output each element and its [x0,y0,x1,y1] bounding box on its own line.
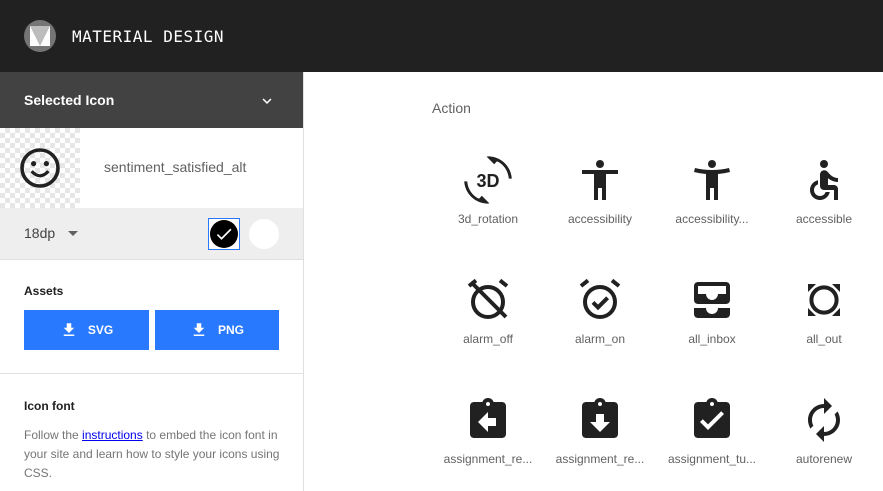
preview-checkerboard [0,128,80,208]
all-out-icon [808,284,840,316]
selected-icon-title: Selected Icon [24,92,115,108]
selected-icon-header[interactable]: Selected Icon [0,72,303,128]
icon-tile-label: alarm_off [463,332,513,346]
icon-tile-label: autorenew [795,452,853,466]
download-svg-button[interactable]: SVG [24,310,149,350]
size-color-row: 18dp [0,208,303,260]
chevron-down-icon[interactable] [258,92,276,110]
icon-font-text-start: Follow the [24,428,83,442]
assignment-returned-icon [582,398,618,438]
svg-text:3D: 3D [476,171,499,191]
icon-tile-label: all_inbox [688,332,736,346]
icon-tile-accessibility-new[interactable]: accessibility... [656,150,768,250]
instructions-link[interactable]: instructions [82,428,143,442]
alarm-off-icon [467,278,509,319]
icon-tile-autorenew[interactable]: autorenew [768,390,880,490]
png-button-label: PNG [217,323,244,337]
download-icon [193,323,205,336]
icon-tile-alarm-off[interactable]: alarm_off [432,270,544,370]
icon-tile-label: all_out [806,332,842,346]
icon-font-section: Icon font Follow the instructions to emb… [0,374,303,491]
icon-font-description: Follow the instructions to embed the ico… [24,426,284,483]
icon-tile-all-inbox[interactable]: all_inbox [656,270,768,370]
icon-tile-label: accessibility [567,212,633,226]
icon-tile-accessible[interactable]: accessible [768,150,880,250]
icon-tile-label: alarm_on [574,332,626,346]
icon-tile-label: accessible [795,212,853,226]
selected-icon-name: sentiment_satisfied_alt [104,159,247,175]
icon-tile-assignment-return[interactable]: assignment_re... [432,390,544,490]
icon-tile-label: assignment_tu... [667,452,757,466]
icon-tile-label: accessibility... [675,212,749,226]
assignment-turned-in-icon [694,398,730,438]
assignment-return-icon [470,398,506,438]
svg-button-label: SVG [87,323,114,337]
category-title: Action [432,100,471,116]
icon-tile-assignment-turned-in[interactable]: assignment_tu... [656,390,768,490]
accessibility-new-icon [694,160,730,200]
white-color-swatch[interactable] [249,219,279,249]
all-inbox-icon [694,282,730,318]
icon-tile-3d-rotation[interactable]: 3D 3d_rotation [432,150,544,250]
assets-title: Assets [24,284,64,298]
material-logo-icon[interactable] [24,20,56,52]
download-icon [63,323,75,336]
assets-section: Assets SVG PNG [0,260,303,374]
alarm-on-icon [579,278,621,319]
check-icon [216,228,232,240]
app-title: MATERIAL DESIGN [72,27,224,46]
icon-tile-assignment-returned[interactable]: assignment_re... [544,390,656,490]
icon-tile-label: 3d_rotation [457,212,519,226]
icon-tile-label: assignment_re... [443,452,533,466]
icon-preview-row: sentiment_satisfied_alt [0,128,303,208]
accessibility-icon [582,160,618,200]
icon-grid-area: Action 3D 3d_rotation accessibility acce… [304,72,883,491]
download-png-button[interactable]: PNG [155,310,279,350]
selected-icon-panel: Selected Icon sentiment_satisfied_alt 18… [0,72,304,491]
3d-rotation-icon: 3D [464,156,512,204]
black-color-swatch[interactable] [208,218,240,250]
icon-tile-alarm-on[interactable]: alarm_on [544,270,656,370]
sentiment-satisfied-icon [20,148,60,188]
autorenew-icon [808,398,840,442]
icon-tile-accessibility[interactable]: accessibility [544,150,656,250]
top-app-bar: MATERIAL DESIGN [0,0,883,72]
black-swatch-fill [210,220,238,248]
icon-tile-all-out[interactable]: all_out [768,270,880,370]
icon-font-title: Icon font [24,399,75,413]
accessible-icon [810,160,839,200]
size-dropdown-icon[interactable] [68,231,78,236]
size-select[interactable]: 18dp [24,225,55,241]
icon-tile-label: assignment_re... [555,452,645,466]
